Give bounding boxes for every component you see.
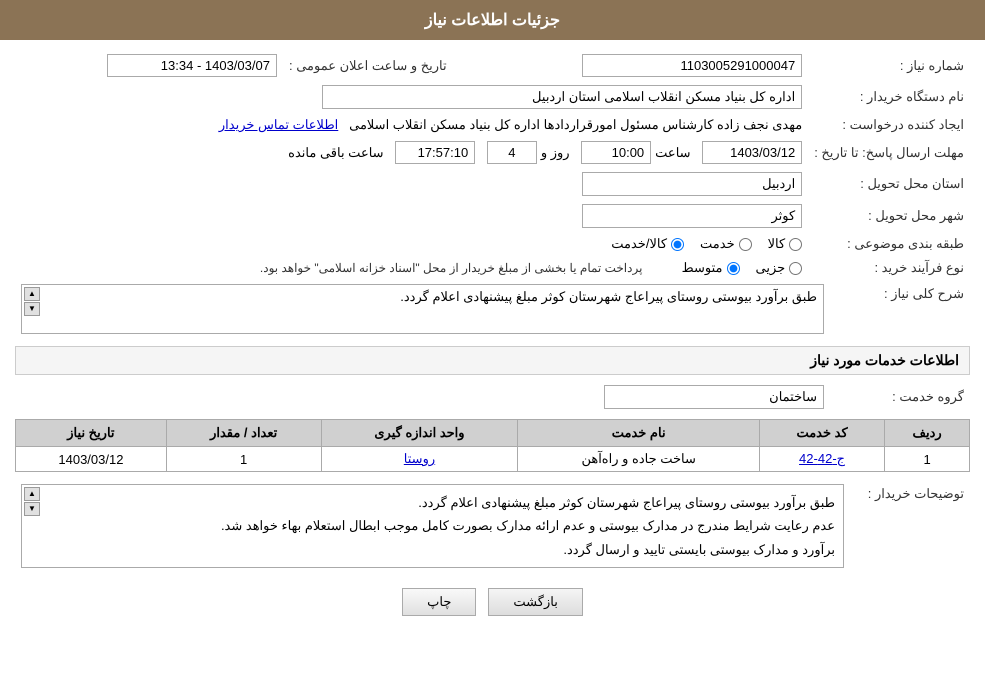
service-group-table: گروه خدمت : ساختمان — [15, 381, 970, 413]
col-quantity: تعداد / مقدار — [166, 420, 321, 447]
description-table: شرح کلی نیاز : ▲ ▼ طبق برآورد بیوستی روس… — [15, 280, 970, 338]
services-table-header-row: ردیف کد خدمت نام خدمت واحد اندازه گیری ت… — [16, 420, 970, 447]
col-unit: واحد اندازه گیری — [321, 420, 518, 447]
response-deadline-label: مهلت ارسال پاسخ: تا تاریخ : — [808, 137, 970, 168]
radio-kala[interactable] — [789, 238, 802, 251]
print-button[interactable]: چاپ — [402, 588, 476, 616]
scroll-arrows: ▲ ▼ — [24, 287, 40, 316]
info-table-top: شماره نیاز : 1103005291000047 تاریخ و سا… — [15, 50, 970, 280]
need-number-box: 1103005291000047 — [582, 54, 802, 77]
radio-jozi[interactable] — [789, 262, 802, 275]
description-label: شرح کلی نیاز : — [830, 280, 970, 338]
delivery-province-label: استان محل تحویل : — [808, 168, 970, 200]
response-time-label: ساعت — [655, 145, 690, 161]
requester-label: ایجاد کننده درخواست : — [808, 113, 970, 137]
radio-mota[interactable] — [727, 262, 740, 275]
response-deadline-row: 1403/03/12 ساعت 10:00 روز و 4 17:57:10 س… — [15, 137, 808, 168]
need-number-value: 1103005291000047 — [467, 50, 809, 81]
purchase-type-jozi[interactable]: جزیی — [756, 260, 803, 276]
services-table: ردیف کد خدمت نام خدمت واحد اندازه گیری ت… — [15, 419, 970, 472]
notes-scroll-arrows: ▲ ▼ — [24, 487, 40, 516]
radio-khedmat[interactable] — [739, 238, 752, 251]
page-header: جزئیات اطلاعات نیاز — [0, 0, 985, 40]
radio-kala-khedmat-label: کالا/خدمت — [611, 236, 667, 252]
page-title: جزئیات اطلاعات نیاز — [425, 12, 560, 29]
notes-line: برآورد و مدارک بیوستی بایستی تایید و ارس… — [30, 538, 835, 561]
notes-content: طبق برآورد بیوستی روستای پیراعاج شهرستان… — [30, 491, 835, 561]
requester-value: مهدی نجف زاده کارشناس مسئول امورقرارداده… — [15, 113, 808, 137]
response-remaining-box: 17:57:10 — [395, 141, 475, 164]
delivery-city-label: شهر محل تحویل : — [808, 200, 970, 232]
response-time-box: 10:00 — [581, 141, 651, 164]
radio-kala-label: کالا — [768, 236, 786, 252]
col-service-name: نام خدمت — [518, 420, 759, 447]
category-radio-kala-khedmat[interactable]: کالا/خدمت — [611, 236, 684, 252]
response-remaining-label: ساعت باقی مانده — [288, 145, 383, 161]
radio-kala-khedmat[interactable] — [671, 238, 684, 251]
cell-row-num: 1 — [885, 447, 970, 472]
purchase-type-mota[interactable]: متوسط — [682, 260, 740, 276]
notes-scroll-up[interactable]: ▲ — [24, 487, 40, 501]
notes-line: طبق برآورد بیوستی روستای پیراعاج شهرستان… — [30, 491, 835, 514]
services-section-title: اطلاعات خدمات مورد نیاز — [15, 346, 970, 375]
cell-service-code[interactable]: ج-42-42 — [759, 447, 884, 472]
category-options: کالا خدمت کالا/خدمت — [15, 232, 808, 256]
requester-text: مهدی نجف زاده کارشناس مسئول امورقرارداده… — [349, 117, 802, 132]
delivery-city-value: کوثر — [15, 200, 808, 232]
purchase-type-row: جزیی متوسط پرداخت تمام یا بخشی از مبلغ خ… — [15, 256, 808, 280]
purchase-type-label: نوع فرآیند خرید : — [808, 256, 970, 280]
requester-contact-link[interactable]: اطلاعات تماس خریدار — [219, 117, 338, 132]
buyer-org-box: اداره کل بنیاد مسکن انقلاب اسلامی استان … — [322, 85, 802, 109]
action-buttons-row: چاپ بازگشت — [15, 588, 970, 616]
service-group-value: ساختمان — [15, 381, 830, 413]
purchase-type-note: پرداخت تمام یا بخشی از مبلغ خریدار از مح… — [260, 261, 643, 275]
col-date: تاریخ نیاز — [16, 420, 167, 447]
radio-jozi-label: جزیی — [756, 260, 786, 276]
announce-datetime-value: 1403/03/07 - 13:34 — [15, 50, 283, 81]
notes-scroll-down[interactable]: ▼ — [24, 502, 40, 516]
cell-date: 1403/03/12 — [16, 447, 167, 472]
scroll-down-arrow[interactable]: ▼ — [24, 302, 40, 316]
col-service-code: کد خدمت — [759, 420, 884, 447]
announce-datetime-box: 1403/03/07 - 13:34 — [107, 54, 277, 77]
description-text: طبق برآورد بیوستی روستای پیراعاج شهرستان… — [400, 289, 817, 304]
category-radio-kala[interactable]: کالا — [768, 236, 803, 252]
category-radio-khedmat[interactable]: خدمت — [700, 236, 752, 252]
delivery-province-value: اردبیل — [15, 168, 808, 200]
radio-mota-label: متوسط — [682, 260, 723, 276]
main-content: شماره نیاز : 1103005291000047 تاریخ و سا… — [0, 40, 985, 636]
response-date-box: 1403/03/12 — [702, 141, 802, 164]
buyer-org-label: نام دستگاه خریدار : — [808, 81, 970, 113]
response-days-label: روز و — [541, 145, 570, 161]
description-cell: ▲ ▼ طبق برآورد بیوستی روستای پیراعاج شهر… — [15, 280, 830, 338]
announce-datetime-label: تاریخ و ساعت اعلان عمومی : — [283, 50, 467, 81]
description-box: ▲ ▼ طبق برآورد بیوستی روستای پیراعاج شهر… — [21, 284, 824, 334]
notes-table: توضیحات خریدار : ▲ ▼ طبق برآورد بیوستی ر… — [15, 480, 970, 572]
notes-line: عدم رعایت شرایط مندرج در مدارک بیوستی و … — [30, 514, 835, 537]
delivery-province-box: اردبیل — [582, 172, 802, 196]
buyer-notes-cell: ▲ ▼ طبق برآورد بیوستی روستای پیراعاج شهر… — [15, 480, 850, 572]
buyer-org-value: اداره کل بنیاد مسکن انقلاب اسلامی استان … — [15, 81, 808, 113]
service-group-label: گروه خدمت : — [830, 381, 970, 413]
back-button[interactable]: بازگشت — [488, 588, 582, 616]
page-wrapper: جزئیات اطلاعات نیاز شماره نیاز : 1103005… — [0, 0, 985, 691]
scroll-up-arrow[interactable]: ▲ — [24, 287, 40, 301]
radio-khedmat-label: خدمت — [700, 236, 735, 252]
cell-service-name: ساخت جاده و راه‌آهن — [518, 447, 759, 472]
buyer-notes-box: ▲ ▼ طبق برآورد بیوستی روستای پیراعاج شهر… — [21, 484, 844, 568]
need-number-label: شماره نیاز : — [808, 50, 970, 81]
response-days-box: 4 — [487, 141, 537, 164]
buyer-notes-label: توضیحات خریدار : — [850, 480, 970, 572]
cell-quantity: 1 — [166, 447, 321, 472]
col-row-num: ردیف — [885, 420, 970, 447]
service-group-box: ساختمان — [604, 385, 824, 409]
category-label: طبقه بندی موضوعی : — [808, 232, 970, 256]
cell-unit[interactable]: روستا — [321, 447, 518, 472]
table-row: 1 ج-42-42 ساخت جاده و راه‌آهن روستا 1 14… — [16, 447, 970, 472]
delivery-city-box: کوثر — [582, 204, 802, 228]
